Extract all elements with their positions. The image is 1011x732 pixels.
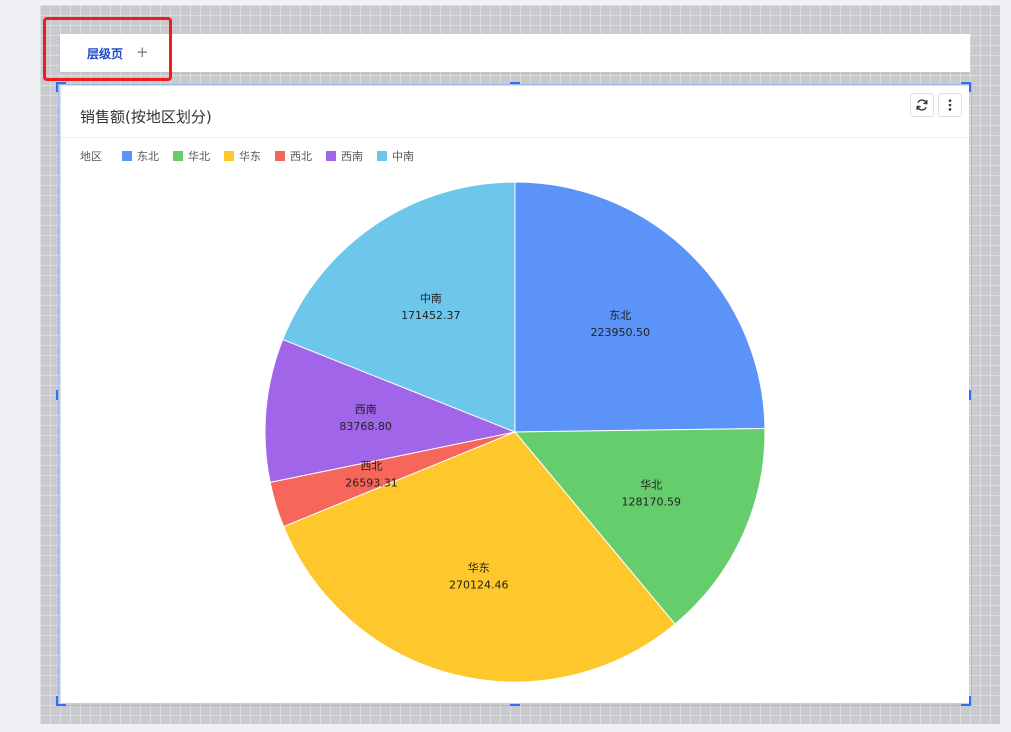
slice-category-label: 华北 xyxy=(640,478,662,492)
slice-value-label: 26593.31 xyxy=(345,477,398,490)
pie-slice[interactable] xyxy=(514,181,766,433)
slice-value-label: 83768.80 xyxy=(339,420,392,433)
slice-value-label: 171452.37 xyxy=(401,309,461,322)
slice-category-label: 中南 xyxy=(420,292,442,305)
slice-category-label: 西南 xyxy=(355,403,377,416)
slice-value-label: 223950.50 xyxy=(591,326,651,339)
pie-chart: 东北 223950.50 华北 128170.59 华东 270124.46 西北 26593… xyxy=(264,181,766,683)
slice-category-label: 华东 xyxy=(468,561,490,575)
slice-value-label: 270124.46 xyxy=(449,579,509,592)
slice-category-label: 东北 xyxy=(609,309,631,322)
slice-category-label: 西北 xyxy=(360,460,382,473)
slice-value-label: 128170.59 xyxy=(622,496,682,509)
